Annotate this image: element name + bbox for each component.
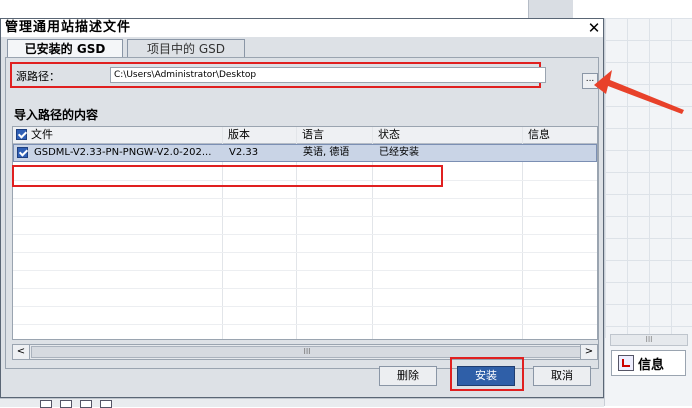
select-all-checkbox[interactable]	[16, 129, 27, 140]
section-title: 导入路径的内容	[14, 108, 99, 122]
gsd-file-table: 文件 版本 语言 状态 信息 GSDML-V2.33-PN-PNGW-V2.0-…	[12, 126, 598, 340]
background-scrollbar[interactable]: III	[610, 334, 688, 346]
table-header: 文件 版本 语言 状态 信息	[13, 127, 597, 144]
delete-button[interactable]: 删除	[379, 366, 437, 386]
source-path-label: 源路径：	[16, 70, 60, 83]
row-info	[526, 145, 529, 161]
dialog-title: 管理通用站描述文件	[5, 20, 132, 35]
table-row[interactable]: GSDML-V2.33-PN-PNGW-V2.0-202... V2.33 英语…	[13, 144, 597, 162]
info-tab-label: 信息	[638, 357, 665, 373]
info-icon	[618, 355, 634, 371]
row-version: V2.33	[229, 147, 259, 158]
row-language: 英语, 德语	[303, 147, 350, 158]
column-status[interactable]: 状态	[375, 127, 400, 143]
row-status: 已经安装	[379, 147, 419, 158]
empty-row-line	[13, 288, 597, 289]
background-toolbar	[0, 0, 692, 18]
source-path-input[interactable]: C:\Users\Administrator\Desktop	[110, 67, 546, 83]
tool-icon[interactable]	[40, 400, 52, 408]
empty-row-line	[13, 306, 597, 307]
empty-row-line	[13, 198, 597, 199]
empty-row-line	[13, 270, 597, 271]
column-info[interactable]: 信息	[525, 127, 550, 143]
info-tab[interactable]: 信息	[611, 350, 686, 376]
column-version[interactable]: 版本	[225, 127, 250, 143]
empty-row-line	[13, 216, 597, 217]
tool-icon[interactable]	[80, 400, 92, 408]
column-language[interactable]: 语言	[299, 127, 324, 143]
close-icon[interactable]: ✕	[585, 19, 603, 37]
tool-icon[interactable]	[100, 400, 112, 408]
empty-row-line	[13, 324, 597, 325]
background-toolbar-strip	[528, 0, 573, 18]
dialog-titlebar[interactable]: 管理通用站描述文件 ✕	[1, 19, 603, 37]
cancel-button[interactable]: 取消	[533, 366, 591, 386]
empty-row-line	[13, 234, 597, 235]
tool-icon[interactable]	[60, 400, 72, 408]
row-file: GSDML-V2.33-PN-PNGW-V2.0-202...	[34, 147, 212, 158]
scroll-right-icon[interactable]: >	[580, 345, 597, 359]
pointer-arrow-icon	[594, 70, 684, 114]
installed-gsd-panel: 源路径： C:\Users\Administrator\Desktop ... …	[5, 57, 599, 369]
tab-installed-gsd[interactable]: 已安装的 GSD	[7, 39, 123, 57]
scroll-left-icon[interactable]: <	[13, 345, 30, 359]
empty-row-line	[13, 252, 597, 253]
tab-project-gsd[interactable]: 项目中的 GSD	[127, 39, 245, 57]
manage-gsd-dialog: 管理通用站描述文件 ✕ 已安装的 GSD 项目中的 GSD 源路径： C:\Us…	[0, 18, 604, 398]
install-button-highlight	[450, 357, 524, 391]
row-highlight	[12, 165, 443, 187]
row-checkbox[interactable]	[17, 147, 28, 158]
column-file[interactable]: 文件	[28, 127, 53, 143]
